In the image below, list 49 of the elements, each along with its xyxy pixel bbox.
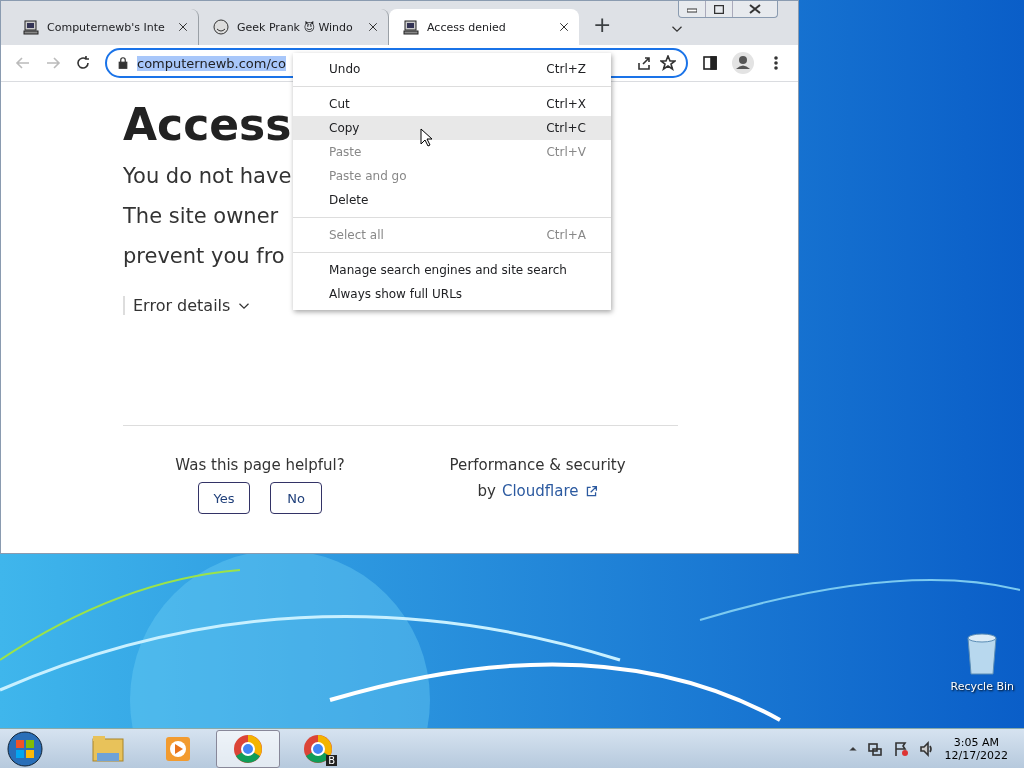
share-icon[interactable] (636, 55, 652, 71)
minimize-icon[interactable] (687, 5, 697, 13)
feedback-button[interactable]: No (270, 482, 323, 514)
page-text: You do not have (123, 163, 292, 190)
start-button[interactable] (6, 729, 44, 768)
close-icon[interactable] (178, 22, 188, 32)
close-icon[interactable] (749, 4, 761, 14)
browser-tab[interactable]: Access denied (389, 9, 579, 45)
clock[interactable]: 3:05 AM 12/17/2022 (944, 735, 1008, 762)
face-icon (213, 19, 229, 35)
feedback-button[interactable]: Yes (198, 482, 251, 514)
flag-icon[interactable] (892, 740, 909, 757)
footer-text: by (477, 482, 496, 500)
computer-icon (403, 19, 419, 35)
taskbar-button[interactable] (216, 729, 280, 768)
star-icon[interactable] (660, 55, 676, 71)
maximize-icon[interactable] (714, 4, 724, 14)
page-heading: Access (123, 98, 292, 152)
external-link-icon[interactable] (584, 484, 598, 498)
network-icon[interactable] (866, 740, 883, 757)
close-icon[interactable] (559, 22, 569, 32)
menu-item[interactable]: Always show full URLs (293, 282, 611, 306)
profile-badge: B (326, 754, 337, 766)
feedback-question: Was this page helpful? (175, 456, 345, 474)
menu-item[interactable]: Cut Ctrl+X (293, 92, 611, 116)
error-details-toggle[interactable]: Error details (123, 296, 251, 315)
media-player-icon[interactable] (164, 734, 192, 763)
computer-icon (23, 19, 39, 35)
menu-item[interactable]: Undo Ctrl+Z (293, 57, 611, 81)
reload-icon[interactable] (75, 55, 91, 71)
menu-item[interactable]: Copy Ctrl+C (293, 116, 611, 140)
caret-up-icon[interactable] (848, 744, 857, 753)
menu-item[interactable]: Manage search engines and site search (293, 258, 611, 282)
cursor-icon (420, 128, 433, 147)
taskbar-button[interactable]: B (286, 729, 350, 768)
side-panel-icon[interactable] (702, 55, 718, 71)
footer-text: Performance & security (449, 456, 626, 474)
desktop-icon-label: Recycle Bin (950, 680, 1014, 693)
lock-icon[interactable] (117, 57, 129, 69)
new-tab-button[interactable]: + (593, 12, 612, 37)
speaker-icon[interactable] (918, 740, 935, 757)
close-icon[interactable] (368, 22, 378, 32)
browser-tab[interactable]: Computernewb's Inte (9, 9, 199, 45)
page-text: prevent you fro (123, 243, 285, 270)
chrome-icon[interactable] (303, 733, 333, 764)
avatar-icon[interactable] (732, 52, 754, 74)
cloudflare-link[interactable]: Cloudflare (501, 482, 579, 500)
menu-item[interactable]: Delete (293, 188, 611, 212)
page-text: The site owner (123, 203, 279, 230)
